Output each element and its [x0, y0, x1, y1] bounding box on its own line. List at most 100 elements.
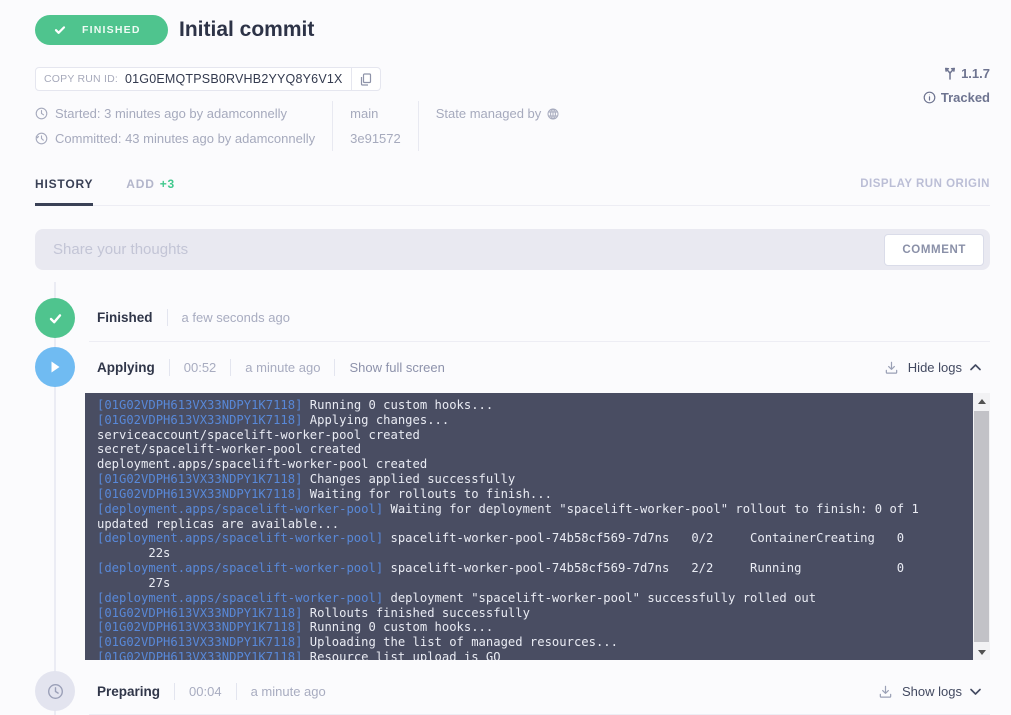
- committed-label: Committed: 43 minutes ago by adamconnell…: [55, 131, 315, 146]
- meta-times: Started: 3 minutes ago by adamconnelly C…: [35, 101, 315, 151]
- clock-icon: [35, 107, 48, 120]
- timeline-row-preparing: Preparing 00:04 a minute ago Show logs: [35, 668, 990, 714]
- arrow-up-icon: [978, 399, 986, 404]
- log-line: updated replicas are available...: [97, 517, 961, 532]
- log-block: [01G02VDPH613VX33NDPY1K7118] Running 0 c…: [85, 393, 990, 660]
- committed-row: Committed: 43 minutes ago by adamconnell…: [35, 126, 315, 151]
- separator: [236, 683, 237, 700]
- preparing-clock-icon: [35, 671, 75, 711]
- applying-label: Applying: [97, 360, 155, 375]
- version-label: 1.1.7: [961, 66, 990, 81]
- timeline-row-finished: Finished a few seconds ago: [35, 294, 990, 341]
- log-line: [01G02VDPH613VX33NDPY1K7118] Running 0 c…: [97, 620, 961, 635]
- scrollbar-up-button[interactable]: [973, 393, 990, 409]
- log-line: [01G02VDPH613VX33NDPY1K7118] Rollouts fi…: [97, 606, 961, 621]
- log-line: 27s: [97, 576, 961, 591]
- log-line: [deployment.apps/spacelift-worker-pool] …: [97, 531, 961, 546]
- comment-input[interactable]: [53, 241, 884, 258]
- meta-divider: [418, 101, 419, 151]
- copy-run-id-box: COPY RUN ID: 01G0EMQTPSB0RVHB2YYQ8Y6V1X: [35, 67, 381, 91]
- applying-controls: Hide logs: [884, 360, 990, 375]
- run-id-label: COPY RUN ID:: [36, 73, 118, 85]
- preparing-duration: 00:04: [189, 684, 222, 699]
- separator: [230, 359, 231, 376]
- run-id-value: 01G0EMQTPSB0RVHB2YYQ8Y6V1X: [125, 72, 343, 86]
- chevron-down-icon: [970, 688, 981, 695]
- log-line: [01G02VDPH613VX33NDPY1K7118] Uploading t…: [97, 635, 961, 650]
- tab-bar: HISTORY ADD +3 DISPLAY RUN ORIGIN: [35, 177, 990, 206]
- log-line: serviceaccount/spacelift-worker-pool cre…: [97, 428, 961, 443]
- tab-add-count: +3: [160, 177, 175, 191]
- download-logs-button[interactable]: [878, 684, 893, 699]
- separator: [169, 359, 170, 376]
- separator: [334, 359, 335, 376]
- meta-state: State managed by: [436, 101, 560, 151]
- run-summary-right: 1.1.7 Tracked: [923, 66, 990, 105]
- hide-logs-toggle[interactable]: Hide logs: [908, 360, 981, 375]
- run-history-timeline: Finished a few seconds ago Applying 00:5…: [35, 294, 990, 715]
- tracked-label: Tracked: [941, 90, 990, 105]
- scrollbar-thumb[interactable]: [974, 411, 989, 642]
- tracked-row: Tracked: [923, 90, 990, 105]
- spacelift-logo-icon: [547, 108, 559, 120]
- chevron-up-icon: [970, 364, 981, 371]
- log-scrollbar: [973, 393, 990, 660]
- page-title: Initial commit: [179, 18, 314, 42]
- preparing-time: a minute ago: [251, 684, 326, 699]
- tab-history[interactable]: HISTORY: [35, 177, 93, 206]
- show-full-screen-link[interactable]: Show full screen: [349, 360, 444, 375]
- run-meta: Started: 3 minutes ago by adamconnelly C…: [35, 101, 990, 151]
- tab-add-label: ADD: [126, 177, 154, 191]
- finished-label: Finished: [97, 310, 153, 325]
- finished-time: a few seconds ago: [182, 310, 290, 325]
- started-row: Started: 3 minutes ago by adamconnelly: [35, 101, 315, 126]
- separator: [174, 683, 175, 700]
- log-line: 22s: [97, 546, 961, 561]
- tab-add[interactable]: ADD +3: [126, 177, 175, 205]
- log-line: [01G02VDPH613VX33NDPY1K7118] Resource li…: [97, 650, 961, 660]
- scrollbar-down-button[interactable]: [973, 644, 990, 660]
- timeline-row-applying: Applying 00:52 a minute ago Show full sc…: [35, 342, 990, 392]
- preparing-label: Preparing: [97, 684, 160, 699]
- history-clock-icon: [35, 132, 48, 145]
- log-line: [deployment.apps/spacelift-worker-pool] …: [97, 561, 961, 576]
- commit-sha[interactable]: 3e91572: [350, 131, 401, 146]
- state-managed-by-label: State managed by: [436, 106, 542, 121]
- separator: [167, 309, 168, 326]
- applying-play-icon: [35, 347, 75, 387]
- hide-logs-label: Hide logs: [908, 360, 962, 375]
- meta-git: main 3e91572: [350, 101, 401, 151]
- started-label: Started: 3 minutes ago by adamconnelly: [55, 106, 287, 121]
- comment-box: COMMENT: [35, 229, 990, 270]
- status-badge: FINISHED: [35, 15, 168, 45]
- status-badge-label: FINISHED: [82, 24, 141, 36]
- log-line: [01G02VDPH613VX33NDPY1K7118] Changes app…: [97, 472, 961, 487]
- download-logs-button[interactable]: [884, 360, 899, 375]
- applying-duration: 00:52: [184, 360, 217, 375]
- log-line: [01G02VDPH613VX33NDPY1K7118] Running 0 c…: [97, 398, 961, 413]
- comment-button[interactable]: COMMENT: [884, 234, 984, 266]
- display-run-origin-button[interactable]: DISPLAY RUN ORIGIN: [860, 178, 990, 205]
- log-line: deployment.apps/spacelift-worker-pool cr…: [97, 457, 961, 472]
- preparing-controls: Show logs: [878, 684, 990, 699]
- log-line: [deployment.apps/spacelift-worker-pool] …: [97, 502, 961, 517]
- finished-check-icon: [35, 298, 75, 338]
- meta-divider: [332, 101, 333, 151]
- log-line: [01G02VDPH613VX33NDPY1K7118] Waiting for…: [97, 487, 961, 502]
- show-logs-toggle[interactable]: Show logs: [902, 684, 981, 699]
- run-header: FINISHED Initial commit: [35, 15, 990, 45]
- version-branch-icon: [944, 67, 956, 80]
- log-line: secret/spacelift-worker-pool created: [97, 442, 961, 457]
- branch-name: main: [350, 106, 378, 121]
- version-row: 1.1.7: [923, 66, 990, 81]
- log-viewer[interactable]: [01G02VDPH613VX33NDPY1K7118] Running 0 c…: [85, 393, 973, 660]
- copy-run-id-button[interactable]: [351, 68, 380, 90]
- info-icon: [923, 91, 936, 104]
- run-id-row: COPY RUN ID: 01G0EMQTPSB0RVHB2YYQ8Y6V1X: [35, 67, 990, 91]
- arrow-down-icon: [978, 650, 986, 655]
- run-page: FINISHED Initial commit COPY RUN ID: 01G…: [0, 0, 1011, 715]
- copy-icon: [360, 73, 372, 86]
- log-line: [deployment.apps/spacelift-worker-pool] …: [97, 591, 961, 606]
- applying-time: a minute ago: [245, 360, 320, 375]
- check-icon: [54, 24, 66, 36]
